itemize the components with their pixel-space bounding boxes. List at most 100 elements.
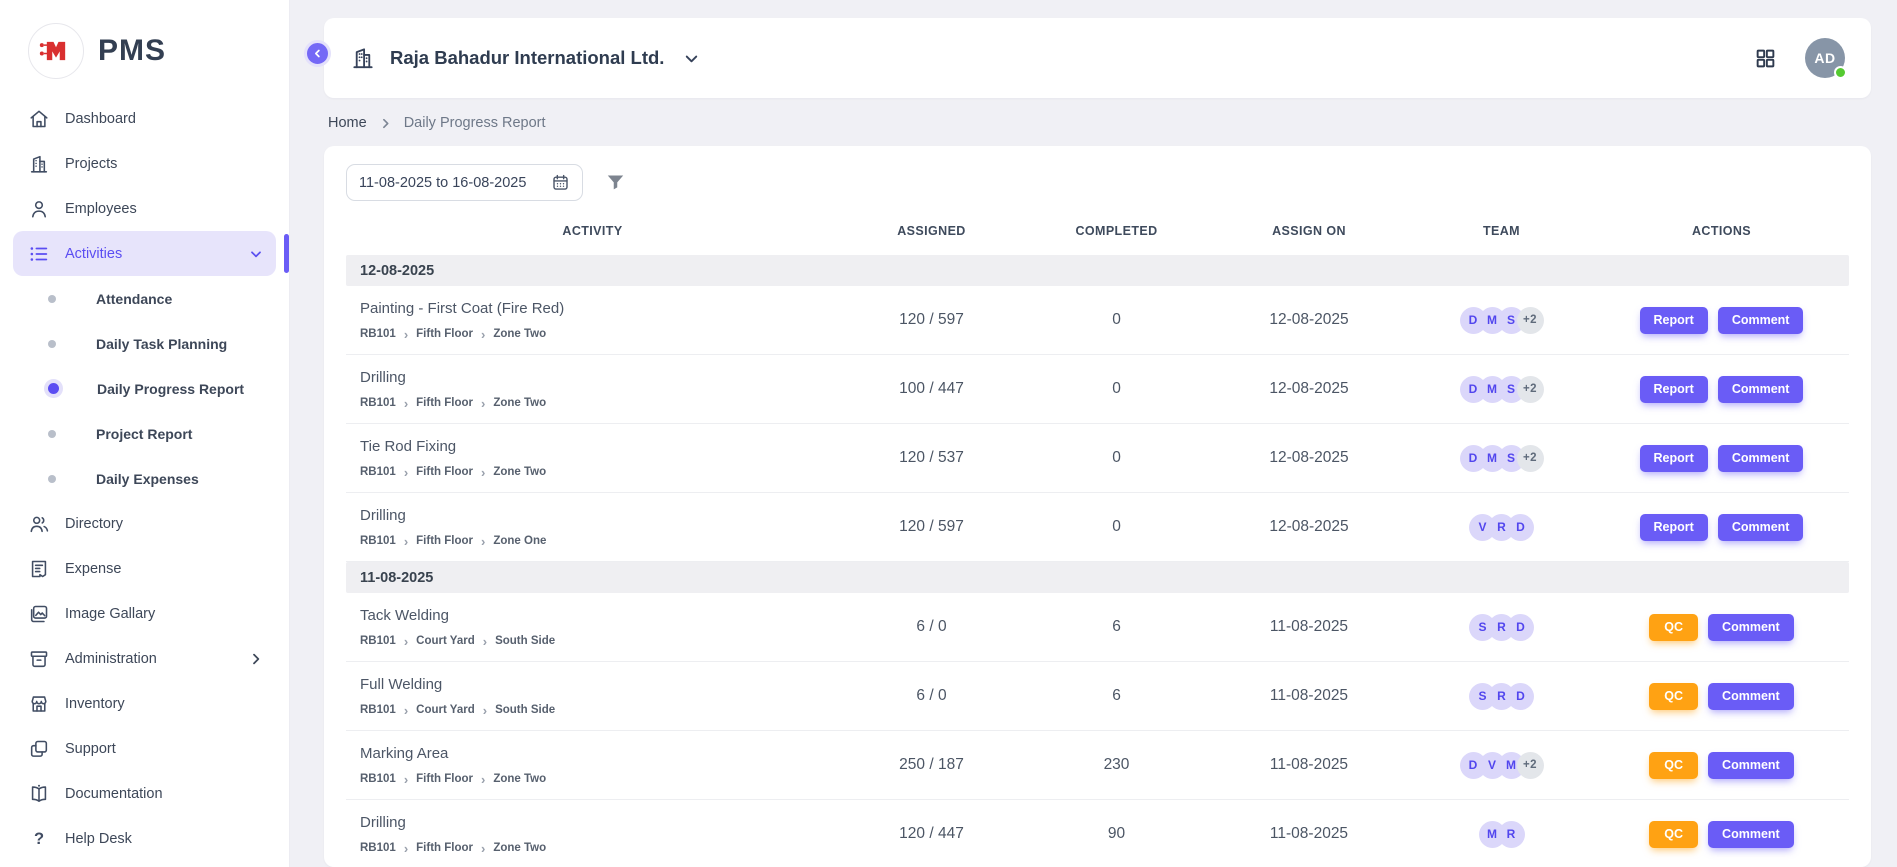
- comment-button[interactable]: Comment: [1708, 614, 1794, 641]
- sidebar-item-documentation[interactable]: Documentation: [13, 771, 276, 816]
- team-avatars: VRD: [1409, 514, 1594, 541]
- table-row: Tie Rod FixingRB101›Fifth Floor›Zone Two…: [346, 424, 1849, 493]
- assigned-value: 6 / 0: [839, 687, 1024, 705]
- sidebar-item-activities[interactable]: Activities: [13, 231, 276, 276]
- brand-logo-icon: [28, 23, 84, 79]
- date-group-header: 11-08-2025: [346, 562, 1849, 593]
- row-actions: QC Comment: [1594, 614, 1849, 641]
- table-row: Tack WeldingRB101›Court Yard›South Side6…: [346, 593, 1849, 662]
- comment-button[interactable]: Comment: [1718, 307, 1804, 334]
- location-segment: Fifth Floor: [416, 328, 473, 340]
- comment-button[interactable]: Comment: [1718, 376, 1804, 403]
- comment-button[interactable]: Comment: [1708, 821, 1794, 848]
- building-icon: [350, 45, 376, 71]
- assigned-value: 120 / 597: [839, 311, 1024, 329]
- sidebar-item-employees[interactable]: Employees: [13, 186, 276, 231]
- app-window: PMS DashboardProjectsEmployeesActivities…: [0, 0, 1897, 867]
- sidebar-item-attendance[interactable]: Attendance: [0, 276, 289, 321]
- activity-location: RB101›Fifth Floor›Zone Two: [360, 328, 839, 341]
- sidebar-item-project-report[interactable]: Project Report: [0, 411, 289, 456]
- app-name: PMS: [98, 34, 166, 68]
- chevron-left-icon: [311, 47, 324, 60]
- sidebar-item-expense[interactable]: Expense: [13, 546, 276, 591]
- sidebar-item-help-desk[interactable]: ?Help Desk: [13, 816, 276, 861]
- breadcrumb-current: Daily Progress Report: [404, 115, 546, 131]
- assigned-value: 120 / 597: [839, 518, 1024, 536]
- assigned-value: 120 / 447: [839, 825, 1024, 843]
- date-group-header: 12-08-2025: [346, 255, 1849, 286]
- completed-value: 0: [1024, 449, 1209, 467]
- bullet-icon: [48, 340, 56, 348]
- comment-button[interactable]: Comment: [1718, 514, 1804, 541]
- row-actions: Report Comment: [1594, 514, 1849, 541]
- date-range-picker[interactable]: [346, 164, 583, 201]
- chevron-right-icon: ›: [404, 704, 408, 717]
- calendar-icon: [551, 173, 570, 192]
- sidebar-item-support[interactable]: Support: [13, 726, 276, 771]
- location-segment: Court Yard: [416, 635, 475, 647]
- sidebar-collapse-button[interactable]: [304, 40, 331, 67]
- sidebar-item-daily-progress-report[interactable]: Daily Progress Report: [0, 366, 289, 411]
- assign-on-value: 12-08-2025: [1209, 518, 1409, 536]
- sidebar-item-inventory[interactable]: Inventory: [13, 681, 276, 726]
- activity-location: RB101›Court Yard›South Side: [360, 635, 839, 648]
- filter-toolbar: [346, 164, 1849, 201]
- home-icon: [28, 108, 50, 130]
- chevron-right-icon: ›: [404, 328, 408, 341]
- comment-button[interactable]: Comment: [1708, 752, 1794, 779]
- chevron-right-icon: ›: [481, 328, 485, 341]
- assign-on-value: 12-08-2025: [1209, 449, 1409, 467]
- filter-funnel-icon[interactable]: [605, 172, 626, 193]
- column-header-activity: ACTIVITY: [346, 224, 839, 238]
- report-button[interactable]: Report: [1640, 514, 1708, 541]
- location-segment: RB101: [360, 535, 396, 547]
- user-avatar[interactable]: AD: [1805, 38, 1845, 78]
- sidebar-item-daily-expenses[interactable]: Daily Expenses: [0, 456, 289, 501]
- comment-button[interactable]: Comment: [1718, 445, 1804, 472]
- sidebar-item-image-gallary[interactable]: Image Gallary: [13, 591, 276, 636]
- column-header-assigned: ASSIGNED: [839, 224, 1024, 238]
- report-button[interactable]: Report: [1640, 376, 1708, 403]
- location-segment: Zone Two: [493, 773, 546, 785]
- activity-title: Drilling: [360, 507, 839, 524]
- main-content: Raja Bahadur International Ltd. AD: [290, 0, 1897, 867]
- table-row: DrillingRB101›Fifth Floor›Zone One120 / …: [346, 493, 1849, 562]
- team-more-badge: +2: [1517, 307, 1544, 334]
- chevron-right-icon: ›: [404, 842, 408, 855]
- completed-value: 0: [1024, 380, 1209, 398]
- breadcrumb-home[interactable]: Home: [328, 115, 367, 131]
- team-more-badge: +2: [1517, 445, 1544, 472]
- app-logo: PMS: [0, 12, 289, 96]
- qc-button[interactable]: QC: [1649, 683, 1698, 710]
- team-avatars: DMS+2: [1409, 445, 1594, 472]
- sidebar-item-directory[interactable]: Directory: [13, 501, 276, 546]
- top-header-bar: Raja Bahadur International Ltd. AD: [324, 18, 1871, 98]
- qc-button[interactable]: QC: [1649, 614, 1698, 641]
- row-actions: Report Comment: [1594, 376, 1849, 403]
- activity-location: RB101›Fifth Floor›Zone Two: [360, 397, 839, 410]
- row-actions: Report Comment: [1594, 445, 1849, 472]
- date-range-input[interactable]: [359, 175, 541, 191]
- activity-location: RB101›Court Yard›South Side: [360, 704, 839, 717]
- assign-on-value: 12-08-2025: [1209, 380, 1409, 398]
- report-button[interactable]: Report: [1640, 445, 1708, 472]
- team-more-badge: +2: [1517, 752, 1544, 779]
- sidebar-item-projects[interactable]: Projects: [13, 141, 276, 186]
- team-avatar: D: [1507, 683, 1534, 710]
- team-avatars: DMS+2: [1409, 376, 1594, 403]
- assigned-value: 100 / 447: [839, 380, 1024, 398]
- qc-button[interactable]: QC: [1649, 752, 1698, 779]
- sidebar-item-dashboard[interactable]: Dashboard: [13, 96, 276, 141]
- location-segment: RB101: [360, 397, 396, 409]
- company-selector[interactable]: Raja Bahadur International Ltd.: [350, 45, 701, 71]
- location-segment: Zone Two: [493, 466, 546, 478]
- comment-button[interactable]: Comment: [1708, 683, 1794, 710]
- activity-location: RB101›Fifth Floor›Zone Two: [360, 842, 839, 855]
- sidebar-item-administration[interactable]: Administration: [13, 636, 276, 681]
- sidebar-item-daily-task-planning[interactable]: Daily Task Planning: [0, 321, 289, 366]
- team-avatars: DVM+2: [1409, 752, 1594, 779]
- qc-button[interactable]: QC: [1649, 821, 1698, 848]
- location-segment: RB101: [360, 328, 396, 340]
- apps-grid-icon[interactable]: [1754, 47, 1777, 70]
- report-button[interactable]: Report: [1640, 307, 1708, 334]
